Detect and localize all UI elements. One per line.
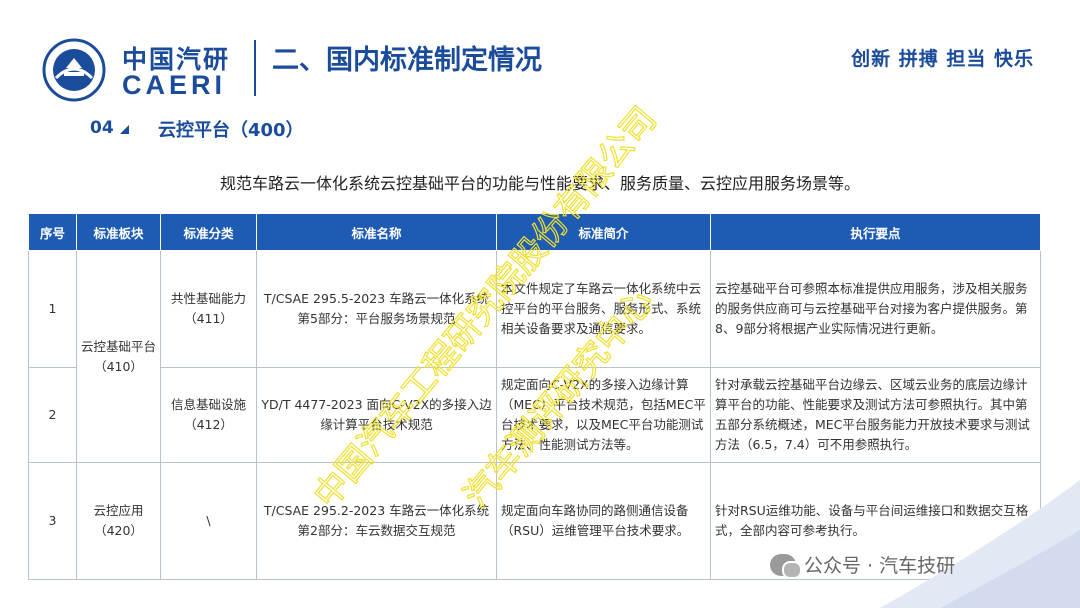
cell-intro: 规定面向车路协同的路侧通信设备（RSU）运维管理平台技术要求。 bbox=[496, 462, 711, 580]
cell-points: 云控基础平台可参照本标准提供应用服务，涉及相关服务的服务供应商可与云控基础平台对… bbox=[710, 250, 1041, 368]
header-divider bbox=[254, 40, 256, 96]
header-block: 标准板块 bbox=[76, 213, 161, 251]
cell-block: 云控基础平台（410） bbox=[76, 250, 161, 463]
header: 中国汽研 CAERI 二、国内标准制定情况 创新 拼搏 担当 快乐 bbox=[0, 0, 1080, 108]
intro-text: 规范车路云一体化系统云控基础平台的功能与性能要求、服务质量、云控应用服务场景等。 bbox=[219, 174, 860, 193]
logo-text-en: CAERI bbox=[122, 70, 227, 100]
wechat-account-text: 公众号 · 汽车技研 bbox=[804, 555, 956, 577]
cell-no: 1 bbox=[28, 250, 77, 368]
header-intro: 标准简介 bbox=[496, 213, 711, 251]
decorative-swoosh bbox=[880, 480, 1080, 608]
caeri-logo-icon bbox=[42, 38, 106, 102]
table-row: 1 云控基础平台（410） 共性基础能力（411） T/CSAE 295.5-2… bbox=[28, 250, 1041, 463]
cell-name: YD/T 4477-2023 面向C-V2X的多接入边缘计算平台技术规范 bbox=[256, 367, 497, 463]
cell-category: 信息基础设施（412） bbox=[160, 367, 257, 463]
table-row: 2 信息基础设施（412） YD/T 4477-2023 面向C-V2X的多接入… bbox=[28, 367, 1041, 463]
slogan: 创新 拼搏 担当 快乐 bbox=[851, 48, 1034, 70]
header-name: 标准名称 bbox=[256, 213, 497, 251]
cell-category: \ bbox=[160, 462, 257, 580]
wechat-icon bbox=[770, 553, 802, 579]
cell-intro: 本文件规定了车路云一体化系统中云控平台的平台服务、服务形式、系统相关设备要求及通… bbox=[496, 250, 711, 368]
cell-category: 共性基础能力（411） bbox=[160, 250, 257, 368]
header-no: 序号 bbox=[28, 213, 77, 251]
cell-intro: 规定面向C-V2X的多接入边缘计算（MEC）平台技术规范，包括MEC平台技术要求… bbox=[496, 367, 711, 463]
cell-name: T/CSAE 295.2-2023 车路云一体化系统 第2部分：车云数据交互规范 bbox=[256, 462, 497, 580]
wechat-footer: 公众号 · 汽车技研 bbox=[770, 551, 956, 579]
page-title: 二、国内标准制定情况 bbox=[272, 45, 542, 76]
header-category: 标准分类 bbox=[160, 213, 257, 251]
header-points: 执行要点 bbox=[710, 213, 1041, 251]
section-title: 云控平台（400） bbox=[158, 120, 304, 141]
cell-block: 云控应用（420） bbox=[76, 462, 161, 580]
section-number: 04 bbox=[90, 118, 114, 138]
cell-name: T/CSAE 295.5-2023 车路云一体化系统 第5部分：平台服务场景规范 bbox=[256, 250, 497, 368]
cell-no: 2 bbox=[28, 367, 77, 463]
cell-no: 3 bbox=[28, 462, 77, 580]
triangle-marker-icon bbox=[120, 125, 129, 134]
cell-points: 针对承载云控基础平台边缘云、区域云业务的底层边缘计算平台的功能、性能要求及测试方… bbox=[710, 367, 1041, 463]
table-header-row: 序号 标准板块 标准分类 标准名称 标准简介 执行要点 bbox=[28, 213, 1041, 251]
